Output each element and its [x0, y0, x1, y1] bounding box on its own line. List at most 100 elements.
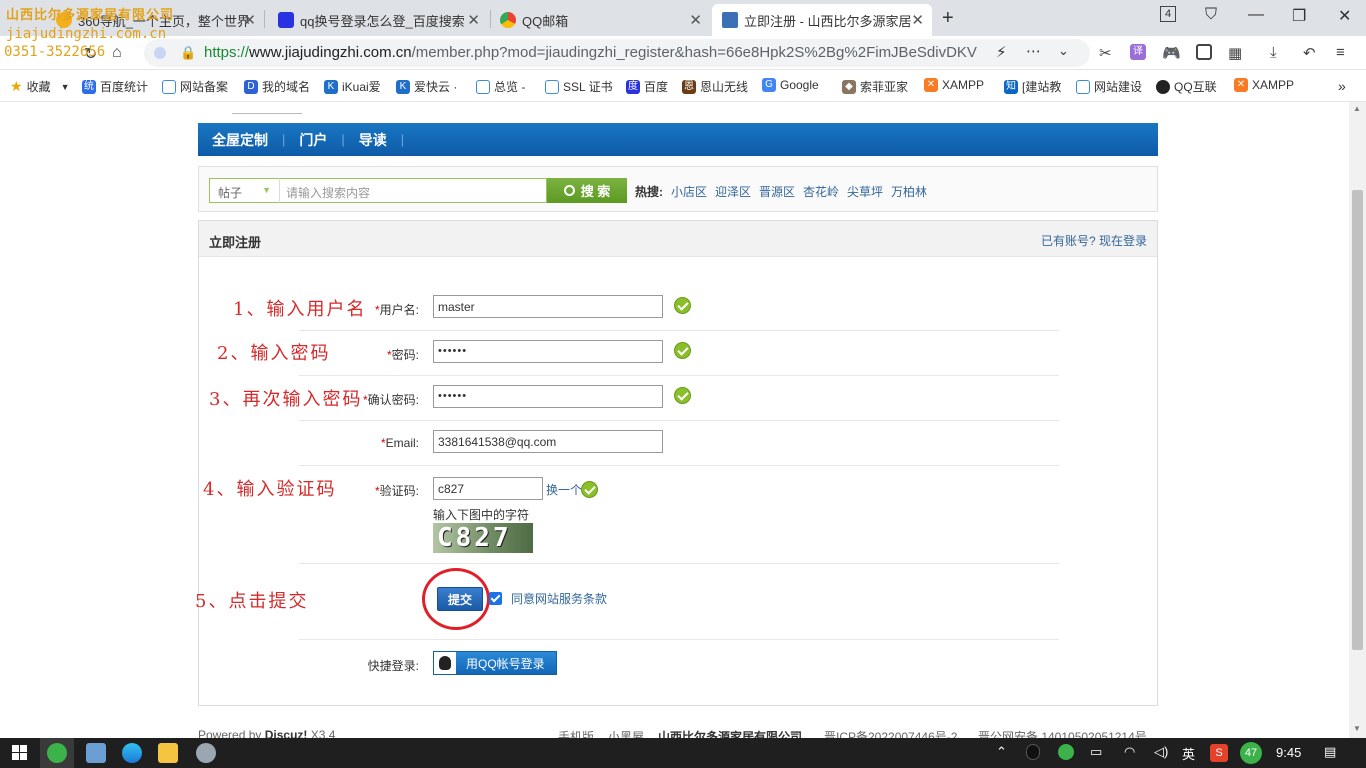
download-icon[interactable]: ⤓ [1270, 44, 1277, 61]
qq-tray-icon[interactable] [1026, 744, 1040, 760]
nav-item-guide[interactable]: 导读 [359, 130, 401, 150]
notification-icon[interactable]: ▤ [1324, 744, 1336, 760]
footer-company[interactable]: 山西比尔多源家居有限公司 [658, 728, 802, 738]
tab-count-badge[interactable]: 4 [1160, 6, 1176, 22]
search-input[interactable]: 请输入搜索内容 [279, 178, 547, 203]
close-icon[interactable]: ✕ [911, 11, 924, 29]
password-field[interactable]: •••••• [433, 340, 663, 363]
confirm-password-field[interactable]: •••••• [433, 385, 663, 408]
scroll-up-icon[interactable]: ▲ [1353, 104, 1361, 113]
clock-time[interactable]: 9:45 [1276, 745, 1301, 760]
windows-start-icon[interactable] [10, 743, 30, 763]
footer-icp[interactable]: 晋ICP备2022007446号-2 [824, 728, 957, 738]
minimize-icon[interactable]: — [1248, 6, 1264, 24]
footer-link-mobile[interactable]: 手机版 [558, 728, 594, 738]
bookmark-item[interactable]: QQ互联 [1156, 78, 1217, 95]
agree-terms-checkbox[interactable] [489, 592, 502, 605]
reader-icon[interactable] [1196, 44, 1212, 60]
nav-item-whole-house[interactable]: 全屋定制 [212, 130, 282, 150]
sogou-ime-icon[interactable]: S [1210, 744, 1228, 762]
wifi-icon[interactable]: ◠ [1124, 744, 1135, 760]
agree-terms-link[interactable]: 同意网站服务条款 [511, 590, 607, 607]
bookmark-item[interactable]: ✕ XAMPP [1234, 78, 1294, 92]
bookmarks-bar: ★ 收藏 ▼ 统百度统计 网站备案 D 我的域名 KiKuai爱 K 爱快云 · 总览 … [0, 70, 1366, 102]
search-button[interactable]: 搜 索 [547, 178, 627, 203]
page-scrollbar[interactable]: ▲ ▼ [1349, 102, 1366, 738]
login-link[interactable]: 已有账号? 现在登录 [1041, 232, 1147, 249]
lock-icon[interactable]: 🔒 [180, 45, 196, 61]
bookmark-item[interactable]: 网站建设 [1076, 78, 1142, 95]
hot-link[interactable]: 晋源区 [759, 183, 795, 200]
footer-link-blackroom[interactable]: 小黑屋 [608, 728, 644, 738]
footer-police[interactable]: 晋公网安备 14010502051214号 [978, 728, 1147, 738]
bookmark-item[interactable]: 统百度统计 [82, 78, 148, 95]
tray-expand-icon[interactable]: ⌃ [996, 744, 1007, 760]
bookmark-item[interactable]: G Google [762, 78, 819, 92]
scroll-thumb[interactable] [1352, 190, 1363, 650]
bookmark-item[interactable]: SSL 证书 [545, 78, 613, 95]
hot-link[interactable]: 万柏林 [891, 183, 927, 200]
360-tray-icon[interactable] [1058, 744, 1074, 760]
tab-register[interactable]: 立即注册 - 山西比尔多源家居 ✕ [712, 4, 932, 36]
nav-item-portal[interactable]: 门户 [299, 130, 341, 150]
close-icon[interactable]: ✕ [467, 11, 480, 29]
url-text[interactable]: https://www.jiajudingzhi.com.cn/member.p… [204, 44, 982, 61]
bookmark-item[interactable]: ◆ 索菲亚家 [842, 78, 908, 95]
close-window-icon[interactable]: ✕ [1338, 6, 1351, 26]
home-icon[interactable]: ⌂ [112, 44, 122, 62]
shirt-icon[interactable]: ⛉ [1205, 6, 1217, 24]
bookmark-item[interactable]: K 爱快云 · [396, 78, 457, 95]
hot-link[interactable]: 小店区 [671, 183, 707, 200]
badge-count[interactable]: 47 [1240, 742, 1262, 764]
hot-link[interactable]: 尖草坪 [847, 183, 883, 200]
tab-baidu-search[interactable]: qq换号登录怎么登_百度搜索 ✕ [268, 4, 488, 36]
undo-icon[interactable]: ↶ [1303, 44, 1316, 62]
close-icon[interactable]: ✕ [689, 11, 702, 29]
volume-icon[interactable]: ◁) [1154, 744, 1168, 760]
hot-link[interactable]: 迎泽区 [715, 183, 751, 200]
scroll-down-icon[interactable]: ▼ [1353, 724, 1361, 733]
bookmark-item[interactable]: 知 [建站教 [1004, 78, 1061, 95]
360-browser-icon[interactable] [47, 743, 67, 763]
footer-brand[interactable]: Discuz! [265, 728, 308, 738]
captcha-field[interactable]: c827 [433, 477, 543, 500]
search-type-select[interactable]: 帖子 ▼ [209, 178, 279, 203]
lightning-icon[interactable]: ⚡ [996, 43, 1007, 61]
bookmark-item[interactable]: ✕ XAMPP [924, 78, 984, 92]
bookmark-item[interactable]: KiKuai爱 [324, 78, 381, 95]
bookmark-favorites[interactable]: ★ 收藏 ▼ [10, 78, 70, 95]
hot-link[interactable]: 杏花岭 [803, 183, 839, 200]
menu-icon[interactable]: ≡ [1336, 44, 1345, 61]
site-info-icon[interactable] [154, 47, 166, 59]
translate-icon[interactable]: 译 [1130, 44, 1146, 60]
scissors-icon[interactable]: ✂ [1099, 44, 1112, 62]
nav-divider: | [282, 132, 286, 147]
close-icon[interactable]: ✕ [243, 11, 256, 29]
tool-icon[interactable] [196, 743, 216, 763]
notepad-icon[interactable] [86, 743, 106, 763]
bookmark-item[interactable]: D 我的域名 [244, 78, 310, 95]
new-tab-plus-icon[interactable]: + [942, 7, 954, 30]
qq-mail-favicon-icon [500, 12, 516, 28]
file-explorer-icon[interactable] [158, 743, 178, 763]
qq-login-button[interactable]: 用QQ帐号登录 [433, 651, 557, 675]
tab-qq-mail[interactable]: QQ邮箱 ✕ [490, 4, 710, 36]
edge-icon[interactable] [122, 743, 142, 763]
username-field[interactable]: master [433, 295, 663, 318]
bookmark-item[interactable]: 恩恩山无线 [682, 78, 748, 95]
restore-icon[interactable]: ❐ [1292, 6, 1306, 26]
more-icon[interactable]: ⋯ [1026, 42, 1041, 60]
bookmark-item[interactable]: 网站备案 [162, 78, 228, 95]
chevron-down-icon[interactable]: ⌄ [1058, 43, 1069, 59]
ime-indicator[interactable]: 英 [1182, 744, 1195, 763]
bookmark-item[interactable]: 总览 - [476, 78, 525, 95]
more-bookmarks-chevron-icon[interactable]: » [1338, 78, 1346, 94]
address-bar[interactable]: 🔒 https://www.jiajudingzhi.com.cn/member… [144, 39, 1090, 67]
apps-grid-icon[interactable]: ▦ [1228, 44, 1242, 62]
bookmark-item[interactable]: 度百度 [626, 78, 668, 95]
gamepad-icon[interactable]: 🎮 [1162, 44, 1181, 62]
captcha-image[interactable]: C827 [433, 523, 533, 553]
email-field[interactable]: 3381641538@qq.com [433, 430, 663, 453]
network-device-icon[interactable]: ▭ [1090, 744, 1102, 760]
captcha-change-link[interactable]: 换一个 [546, 481, 582, 498]
